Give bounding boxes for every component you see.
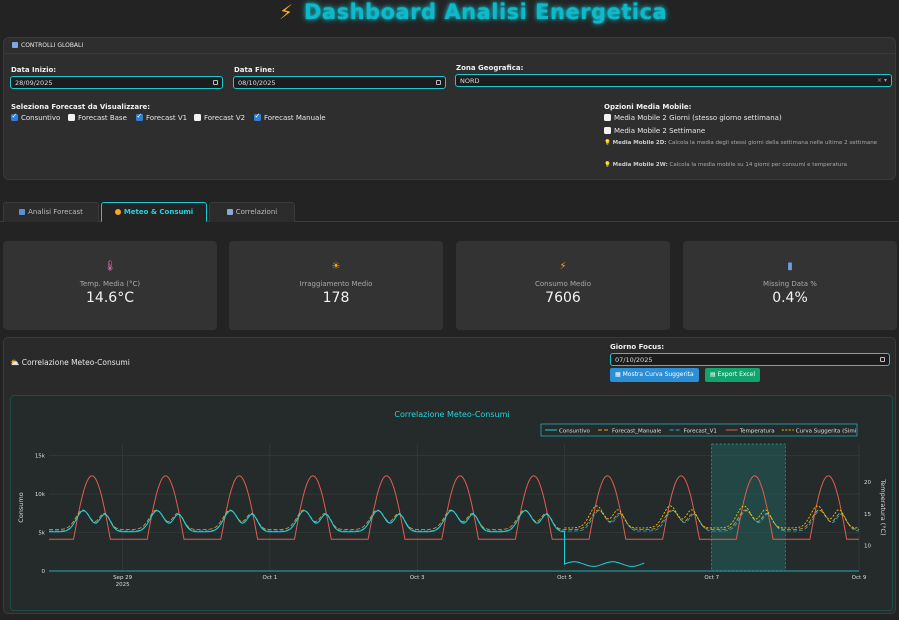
bar-chart-icon: ▮ <box>787 261 793 272</box>
checkbox-forecast-v1[interactable]: Forecast V1 <box>136 112 187 122</box>
kpi-card-consumption: ⚡ Consumo Medio 7606 <box>456 241 670 330</box>
forecast-select-label: Seleziona Forecast da Visualizzare: <box>11 103 151 111</box>
checkbox-checked-icon[interactable] <box>136 112 143 121</box>
tip-2w: 💡 Media Mobile 2W: Calcola la media mobi… <box>604 162 847 168</box>
global-controls-panel: CONTROLLI GLOBALI Data Inizio: 28/09/202… <box>3 37 896 180</box>
y2-tick-label: 10 <box>864 544 871 550</box>
y-tick-label: 5k <box>38 531 45 537</box>
tip-2d: 💡 Media Mobile 2D: Calcola la media degl… <box>604 140 878 146</box>
legend-label: Forecast_Manuale <box>612 429 662 435</box>
calendar-icon[interactable] <box>436 80 441 85</box>
chart-title: Correlazione Meteo-Consumi <box>394 410 509 419</box>
focus-day-band <box>711 443 786 572</box>
end-date-input[interactable]: 08/10/2025 <box>233 76 446 89</box>
lightning-icon: ⚡ <box>559 261 567 272</box>
kpi-value: 7606 <box>545 290 581 306</box>
legend-label: Forecast_V1 <box>684 429 717 435</box>
kpi-card-temperature: 🌡 Temp. Media (°C) 14.6°C <box>3 241 217 330</box>
checkbox-media-mobile-2d[interactable]: Media Mobile 2 Giorni (stesso giorno set… <box>604 114 782 122</box>
kpi-card-missing-data: ▮ Missing Data % 0.4% <box>683 241 897 330</box>
checkbox-checked-icon[interactable] <box>254 112 261 121</box>
zone-label: Zona Geografica: <box>456 64 524 72</box>
x-tick-label: Oct 3 <box>410 575 425 581</box>
correlation-chart[interactable]: Correlazione Meteo-Consumi Consuntivo Fore… <box>10 395 893 611</box>
kpi-label: Irraggiamento Medio <box>299 280 373 288</box>
checkbox-forecast-v2[interactable]: Forecast V2 <box>194 114 245 122</box>
checkbox-checked-icon[interactable] <box>11 112 18 121</box>
kpi-label: Consumo Medio <box>534 280 592 288</box>
chart-svg[interactable]: Correlazione Meteo-Consumi Consuntivo Fore… <box>11 396 894 612</box>
kpi-value: 178 <box>322 290 350 306</box>
y2-tick-label: 15 <box>864 512 871 518</box>
y2-tick-label: 20 <box>864 480 871 486</box>
legend-label: Temperatura <box>739 429 775 435</box>
moving-avg-label: Opzioni Media Mobile: <box>604 103 692 111</box>
checkbox-unchecked-icon[interactable] <box>68 114 75 121</box>
checkbox-forecast-manuale[interactable]: Forecast Manuale <box>254 112 326 122</box>
clear-chevron-icon[interactable]: × ▾ <box>877 77 887 84</box>
kpi-value: 0.4% <box>772 290 808 306</box>
chart-icon: ▦ <box>615 371 621 378</box>
checkbox-unchecked-icon[interactable] <box>604 127 611 134</box>
thermometer-icon: 🌡 <box>103 261 117 272</box>
calendar-icon[interactable] <box>213 80 218 85</box>
checkbox-consuntivo[interactable]: Consuntivo <box>11 112 60 122</box>
end-date-label: Data Fine: <box>234 66 275 74</box>
checkbox-forecast-base[interactable]: Forecast Base <box>68 114 127 122</box>
focus-day-label: Giorno Focus: <box>610 343 665 351</box>
controls-icon <box>12 42 18 48</box>
kpi-value: 14.6°C <box>86 290 134 306</box>
tab-analisi-forecast[interactable]: Analisi Forecast <box>3 202 99 222</box>
correlation-section: ⛅ Correlazione Meteo-Consumi Giorno Focu… <box>3 337 896 614</box>
y-tick-label: 15k <box>35 454 46 460</box>
legend-label: Curva Suggerita (Simi <box>796 429 857 435</box>
sun-cloud-icon: ⛅ <box>10 358 20 367</box>
tab-bar: Analisi Forecast Meteo & Consumi Correla… <box>0 202 899 222</box>
lightning-icon: ⚡ <box>279 0 294 24</box>
tab-correlazioni[interactable]: Correlazioni <box>209 202 295 222</box>
sun-cloud-icon <box>114 209 121 215</box>
start-date-label: Data Inizio: <box>11 66 57 74</box>
checkbox-media-mobile-2w[interactable]: Media Mobile 2 Settimane <box>604 127 705 135</box>
bar-chart-icon <box>19 209 26 215</box>
x-tick-label: Oct 9 <box>852 575 867 581</box>
y-tick-label: 10k <box>35 492 46 498</box>
show-suggested-curve-button[interactable]: ▦ Mostra Curva Suggerita <box>610 368 699 382</box>
checkbox-unchecked-icon[interactable] <box>604 114 611 121</box>
lightbulb-icon: 💡 <box>604 162 611 168</box>
zone-select[interactable]: NORD × ▾ <box>455 74 892 87</box>
x-tick-label: Sep 29 <box>113 575 133 581</box>
checkbox-unchecked-icon[interactable] <box>194 114 201 121</box>
x-tick-label: Oct 1 <box>263 575 278 581</box>
clipboard-icon: ▤ <box>710 371 716 378</box>
calendar-icon[interactable] <box>880 357 885 362</box>
tab-meteo-consumi[interactable]: Meteo & Consumi <box>101 202 207 222</box>
y-tick-label: 0 <box>42 569 46 575</box>
x-tick-label: 2025 <box>116 582 130 588</box>
kpi-label: Temp. Media (°C) <box>79 280 141 288</box>
lightbulb-icon: 💡 <box>604 140 611 146</box>
focus-date-input[interactable]: 07/10/2025 <box>610 353 890 366</box>
kpi-card-irradiance: ☀ Irraggiamento Medio 178 <box>229 241 443 330</box>
controls-header-label: CONTROLLI GLOBALI <box>21 42 84 49</box>
legend-label: Consuntivo <box>559 429 590 435</box>
kpi-label: Missing Data % <box>763 280 817 288</box>
y-axis-label: Consumo <box>17 492 25 522</box>
sun-icon: ☀ <box>331 261 341 272</box>
x-tick-label: Oct 7 <box>704 575 719 581</box>
series-consuntivo <box>49 510 645 567</box>
line-chart-icon <box>226 209 233 215</box>
page-title: Dashboard Analisi Energetica <box>304 0 668 24</box>
y2-axis-label: Temperatura (°C) <box>879 478 887 535</box>
start-date-input[interactable]: 28/09/2025 <box>10 76 223 89</box>
export-excel-button[interactable]: ▤ Export Excel <box>705 368 761 382</box>
controls-header: CONTROLLI GLOBALI <box>4 38 895 54</box>
page-header: ⚡ Dashboard Analisi Energetica <box>0 0 899 32</box>
x-tick-label: Oct 5 <box>557 575 572 581</box>
section-title: ⛅ Correlazione Meteo-Consumi <box>10 358 130 367</box>
